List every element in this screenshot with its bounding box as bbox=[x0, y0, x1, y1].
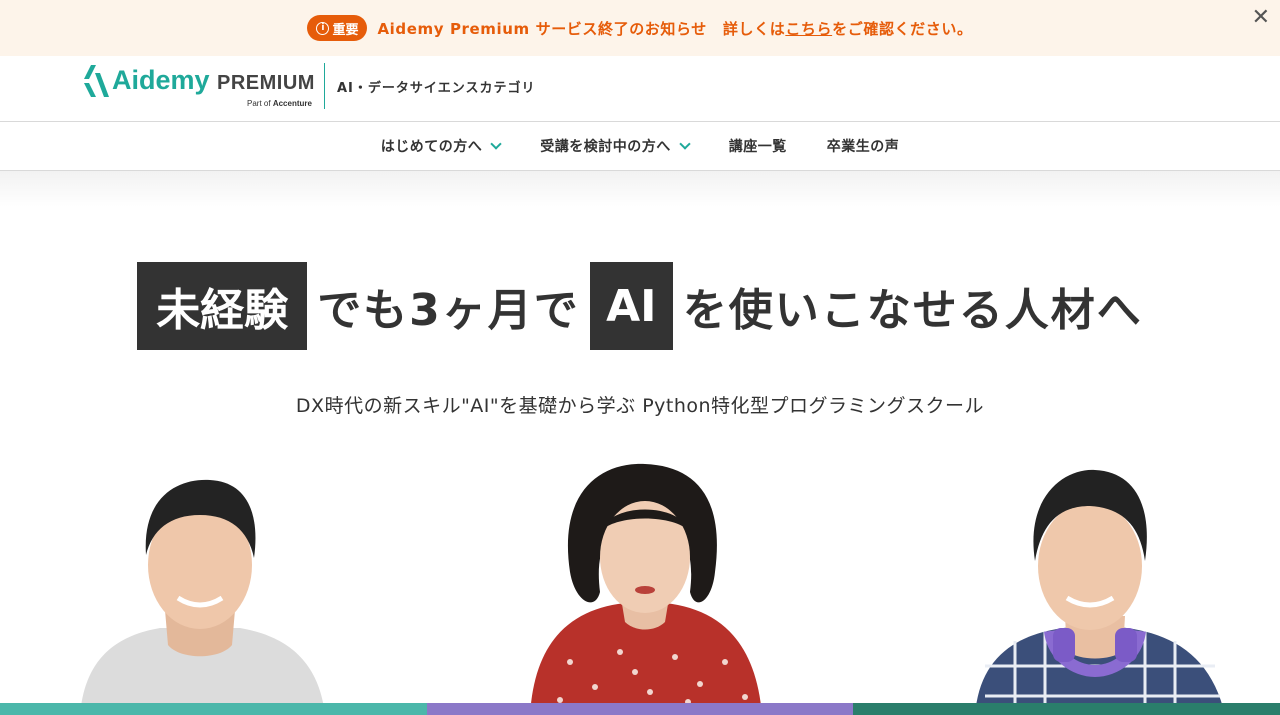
nav-item-testimonials[interactable]: 卒業生の声 bbox=[827, 136, 900, 156]
category-label: AI・データサイエンスカテゴリ bbox=[337, 81, 536, 96]
hero-highlight-ai: AI bbox=[589, 262, 673, 350]
student-photo-left bbox=[80, 479, 325, 715]
bar-middle bbox=[427, 703, 853, 715]
hero-highlight-inexperienced: 未経験 bbox=[137, 262, 308, 350]
notice-detail-prefix: 詳しくは bbox=[722, 19, 786, 38]
chevron-down-icon bbox=[679, 137, 691, 150]
nav-item-considering[interactable]: 受講を検討中の方へ bbox=[540, 136, 691, 156]
logo-mark-icon bbox=[84, 65, 109, 97]
header-divider bbox=[324, 63, 325, 109]
nav-item-courses[interactable]: 講座一覧 bbox=[729, 136, 787, 156]
notice-text: Aidemy Premium サービス終了のお知らせ 詳しくはこちらをご確認くださ… bbox=[377, 18, 972, 39]
aidemy-premium-logo[interactable]: Aidemy PREMIUM Part of Accenture bbox=[82, 63, 314, 111]
chevron-down-icon bbox=[490, 137, 502, 150]
nav-item-label: 卒業生の声 bbox=[826, 139, 900, 155]
hero-tagline: DX時代の新スキル"AI"を基礎から学ぶ Python特化型プログラミングスクー… bbox=[295, 395, 985, 417]
notice-message: Aidemy Premium サービス終了のお知らせ bbox=[377, 19, 707, 38]
student-photo-middle bbox=[530, 463, 762, 715]
info-icon: i bbox=[316, 21, 330, 35]
main-nav: はじめての方へ 受講を検討中の方へ 講座一覧 卒業生の声 bbox=[0, 121, 1280, 171]
hero-text-part2: を使いこなせる人材へ bbox=[682, 285, 1143, 336]
notice-link[interactable]: こちら bbox=[785, 20, 832, 38]
close-icon[interactable]: ✕ bbox=[1252, 6, 1270, 30]
badge-label: 重要 bbox=[332, 22, 359, 38]
logo-wordmark: Aidemy bbox=[112, 65, 210, 95]
student-photo-right bbox=[975, 469, 1225, 715]
notice-detail-suffix: をご確認ください。 bbox=[832, 19, 973, 38]
nav-shadow bbox=[0, 171, 1280, 207]
announcement-banner: i 重要 Aidemy Premium サービス終了のお知らせ 詳しくはこちらをご… bbox=[0, 0, 1280, 56]
bar-left bbox=[0, 703, 427, 715]
logo-premium: PREMIUM bbox=[217, 72, 315, 94]
nav-item-beginners[interactable]: はじめての方へ bbox=[380, 136, 502, 156]
nav-item-label: 講座一覧 bbox=[728, 139, 787, 155]
logo-sub-prefix: Part of bbox=[247, 99, 271, 108]
important-badge: i 重要 bbox=[307, 15, 368, 41]
nav-item-label: はじめての方へ bbox=[380, 139, 483, 155]
hero-text-part1: でも3ヶ月で bbox=[317, 285, 580, 336]
logo-sub-brand: Accenture bbox=[272, 99, 312, 108]
nav-item-label: 受講を検討中の方へ bbox=[540, 139, 671, 155]
hero-heading: 未経験 でも3ヶ月で AI を使いこなせる人材へ bbox=[0, 262, 1280, 350]
site-header: Aidemy PREMIUM Part of Accenture AI・データサ… bbox=[0, 56, 1280, 122]
logo-subtitle: Part of Accenture bbox=[247, 99, 312, 108]
bar-right bbox=[853, 703, 1280, 715]
